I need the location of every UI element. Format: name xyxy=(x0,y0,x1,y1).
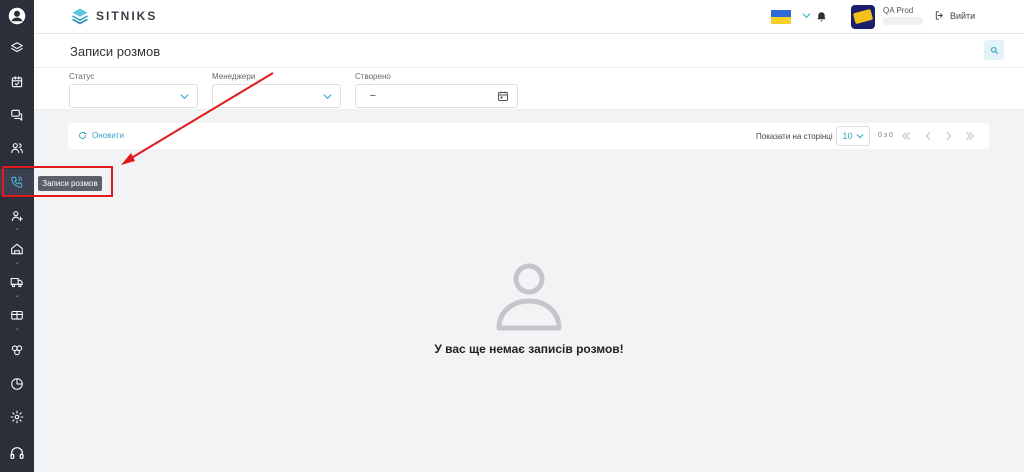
empty-state-message: У вас ще немає записів розмов! xyxy=(434,342,624,356)
status-select[interactable] xyxy=(69,84,198,108)
sidebar-item-analytics[interactable] xyxy=(0,371,34,397)
chevron-down-icon xyxy=(855,133,864,139)
sidebar-item-profile[interactable] xyxy=(0,3,34,29)
sidebar-item-integrations[interactable] xyxy=(0,337,34,363)
wallet-icon xyxy=(11,310,23,320)
collapse-dots: ⌄ xyxy=(14,259,20,266)
collapse-dots: ⌄ xyxy=(14,325,20,332)
filters-panel: Статус Менеджери Створено – xyxy=(34,68,1024,110)
language-flag[interactable] xyxy=(771,10,791,24)
logo-icon xyxy=(72,8,88,25)
list-toolbar: Оновити Показати на сторінці 10 0 з 0 xyxy=(68,123,989,149)
avatar-icon xyxy=(8,7,26,25)
refresh-icon xyxy=(79,131,87,139)
date-range-value: – xyxy=(370,90,376,101)
users-icon xyxy=(11,143,23,154)
logout-icon xyxy=(935,11,943,20)
home-icon xyxy=(11,243,23,255)
sidebar-item-chats[interactable] xyxy=(0,102,34,128)
empty-user-icon xyxy=(496,263,562,331)
status-filter-label: Статус xyxy=(69,72,95,81)
sidebar-item-clients[interactable] xyxy=(0,135,34,161)
chevron-left-icon xyxy=(925,132,931,140)
sidebar-item-calendar[interactable] xyxy=(0,69,34,95)
per-page-label: Показати на сторінці xyxy=(756,132,833,141)
managers-filter: Менеджери xyxy=(212,72,341,108)
calendar-icon[interactable] xyxy=(497,90,509,102)
last-page-button[interactable] xyxy=(964,130,976,142)
user-avatar[interactable] xyxy=(851,5,875,29)
sidebar-item-support[interactable] xyxy=(0,440,34,466)
per-page-select[interactable]: 10 xyxy=(836,126,870,146)
created-filter-label: Створено xyxy=(355,72,391,81)
logout-label: Вийти xyxy=(950,10,976,21)
prev-page-button[interactable] xyxy=(922,130,934,142)
collapse-dots: ⌄ xyxy=(14,292,20,299)
sidebar-tooltip: Записи розмов xyxy=(38,176,102,191)
refresh-button[interactable]: Оновити xyxy=(78,131,124,140)
page-title: Записи розмов xyxy=(70,44,161,59)
refresh-label: Оновити xyxy=(92,131,124,140)
top-bar: SITNIKS QA Prod Вийти xyxy=(34,0,1024,34)
settings-icon xyxy=(10,410,24,424)
calendar-icon xyxy=(11,76,23,88)
search-icon xyxy=(990,46,998,54)
managers-select[interactable] xyxy=(212,84,341,108)
managers-filter-label: Менеджери xyxy=(212,72,256,81)
double-chevron-right-icon xyxy=(966,132,974,140)
logout-button[interactable]: Вийти xyxy=(934,10,975,21)
brand-name: SITNIKS xyxy=(96,9,158,23)
pie-chart-icon xyxy=(11,378,23,390)
chevron-down-icon xyxy=(323,94,332,100)
chevron-down-icon[interactable] xyxy=(802,11,811,20)
double-chevron-left-icon xyxy=(902,132,910,140)
sidebar-item-settings[interactable] xyxy=(0,404,34,430)
link-icon xyxy=(11,345,23,356)
created-date-range-input[interactable]: – xyxy=(355,84,518,108)
truck-icon xyxy=(10,277,23,288)
created-filter: Створено – xyxy=(355,72,518,108)
brand-logo[interactable]: SITNIKS xyxy=(70,6,157,26)
pagination-range: 0 з 0 xyxy=(878,132,893,139)
user-name: QA Prod xyxy=(883,6,914,15)
chevron-down-icon xyxy=(180,94,189,100)
sidebar: ⌄ ⌄ ⌄ ⌄ xyxy=(0,0,34,472)
chat-icon xyxy=(11,109,23,121)
sidebar-item-products[interactable] xyxy=(0,35,34,61)
user-plus-icon xyxy=(11,211,23,222)
headset-icon xyxy=(10,447,24,459)
user-subtitle-blurred xyxy=(883,17,923,25)
first-page-button[interactable] xyxy=(900,130,912,142)
search-button[interactable] xyxy=(984,40,1004,60)
chevron-right-icon xyxy=(946,132,952,140)
status-filter: Статус xyxy=(69,72,198,108)
page-header: Записи розмов xyxy=(34,34,1024,68)
collapse-dots: ⌄ xyxy=(14,225,20,232)
next-page-button[interactable] xyxy=(943,130,955,142)
bell-icon[interactable] xyxy=(815,9,828,23)
layers-icon xyxy=(11,42,23,53)
per-page-value: 10 xyxy=(842,131,853,141)
